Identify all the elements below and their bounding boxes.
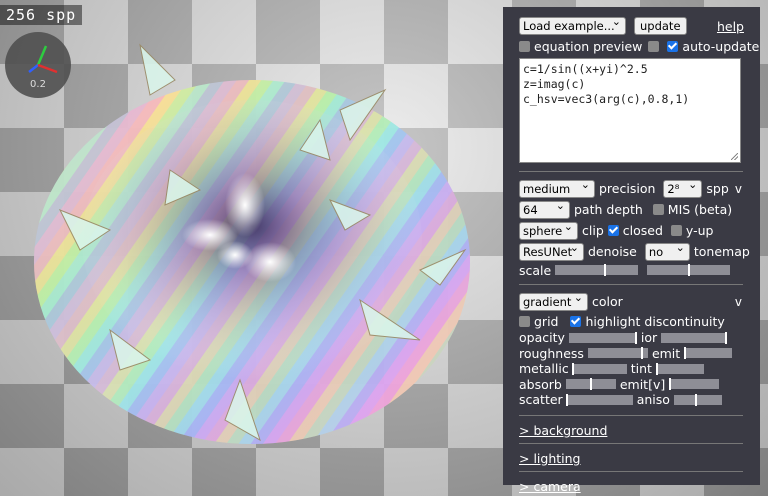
scale-label: scale [519, 262, 552, 278]
param-slider[interactable] [655, 362, 704, 375]
quality-select[interactable]: medium [519, 177, 595, 198]
y-up-checkbox[interactable] [670, 225, 682, 236]
auto-update-label: auto-update [682, 38, 760, 54]
param-label: metallic [519, 361, 569, 377]
scale-slider-secondary[interactable] [647, 264, 730, 276]
help-link[interactable]: help [717, 19, 744, 34]
slider-thumb[interactable] [571, 362, 574, 375]
section-background[interactable]: > background [519, 423, 607, 438]
axis-gizmo[interactable]: 0.2 [5, 32, 71, 98]
param-label: opacity [519, 330, 565, 346]
slider-thumb[interactable] [669, 378, 672, 391]
equation-preview-label: equation preview [534, 38, 643, 54]
slider-thumb[interactable] [565, 393, 568, 406]
spp-label: spp [706, 181, 729, 196]
control-panel: Load example... update help equation pre… [503, 7, 760, 494]
y-up-label: y-up [685, 223, 714, 238]
param-slider[interactable] [673, 393, 722, 406]
slider-thumb[interactable] [684, 347, 687, 360]
highlight-discontinuity-checkbox[interactable] [570, 315, 582, 327]
collapse-material-icon[interactable]: v [735, 295, 742, 309]
param-label: aniso [636, 392, 670, 408]
slider-thumb[interactable] [724, 331, 727, 344]
param-label: ior [640, 330, 658, 346]
resize-handle-icon[interactable] [731, 153, 738, 160]
param-label: absorb [519, 376, 562, 392]
spp-select[interactable]: 2⁸ [663, 177, 703, 198]
param-slider[interactable] [661, 331, 728, 344]
param-slider[interactable] [565, 378, 616, 391]
slider-thumb[interactable] [655, 362, 658, 375]
param-slider[interactable] [571, 362, 627, 375]
clip-label: clip [582, 223, 604, 238]
divider [519, 414, 743, 416]
update-button[interactable]: update [634, 17, 687, 35]
mis-label: MIS (beta) [667, 202, 733, 217]
grid-checkbox[interactable] [519, 315, 530, 327]
param-row: metallic tint [519, 361, 750, 377]
equation-preview-checkbox[interactable] [519, 40, 530, 52]
color-mode-select[interactable]: gradient [519, 290, 588, 311]
slider-thumb[interactable] [640, 347, 643, 360]
divider [519, 284, 743, 285]
auto-update-spacer-checkbox[interactable] [648, 40, 660, 52]
code-line: z=imag(c) [523, 77, 586, 91]
denoise-select[interactable]: ResUNet [519, 240, 584, 261]
slider-thumb[interactable] [634, 331, 637, 344]
tonemap-select[interactable]: no [644, 240, 690, 261]
closed-label: closed [622, 223, 663, 238]
equation-editor[interactable]: c=1/sin((x+yi)^2.5 z=imag(c) c_hsv=vec3(… [519, 58, 741, 163]
material-params: opacity ior roughness emit metallic tint… [519, 330, 750, 408]
slider-thumb[interactable] [589, 378, 592, 391]
denoise-label: denoise [588, 244, 637, 259]
path-depth-label: path depth [574, 202, 643, 217]
slider-thumb[interactable] [687, 264, 690, 276]
param-row: opacity ior [519, 330, 750, 346]
param-slider[interactable] [669, 378, 720, 391]
param-row: roughness emit [519, 346, 750, 362]
scale-slider[interactable] [555, 264, 638, 276]
code-line: c=1/sin((x+yi)^2.5 [523, 62, 648, 76]
collapse-render-icon[interactable]: v [735, 182, 742, 196]
axis-scale-label: 0.2 [30, 79, 46, 90]
spp-counter: 256 spp [0, 5, 83, 25]
param-label: emit [651, 345, 681, 361]
clip-select[interactable]: sphere [519, 219, 578, 240]
auto-update-checkbox[interactable] [667, 40, 679, 52]
param-label: roughness [519, 345, 584, 361]
grid-label: grid [534, 313, 559, 329]
precision-label: precision [599, 181, 656, 196]
mis-checkbox[interactable] [652, 204, 664, 215]
tonemap-label: tonemap [693, 244, 750, 259]
path-depth-select[interactable]: 64 [519, 198, 570, 219]
param-row: absorb emit[v] [519, 377, 750, 393]
param-label: tint [630, 361, 652, 377]
divider [519, 171, 743, 172]
divider [519, 442, 743, 444]
color-label: color [592, 294, 623, 309]
divider [519, 470, 743, 472]
param-slider[interactable] [568, 331, 637, 344]
param-row: scatter aniso [519, 392, 750, 408]
slider-thumb[interactable] [603, 264, 606, 276]
slider-thumb[interactable] [694, 393, 697, 406]
param-label: scatter [519, 392, 563, 408]
section-camera[interactable]: > camera [519, 479, 581, 494]
param-slider[interactable] [565, 393, 633, 406]
highlight-discontinuity-label: highlight discontinuity [585, 313, 725, 329]
section-lighting[interactable]: > lighting [519, 451, 580, 466]
param-slider[interactable] [684, 347, 733, 360]
param-label: emit[v] [619, 376, 666, 392]
example-select[interactable]: Load example... [519, 14, 626, 35]
code-line: c_hsv=vec3(arg(c),0.8,1) [523, 92, 690, 106]
closed-checkbox[interactable] [607, 225, 619, 236]
param-slider[interactable] [587, 347, 648, 360]
